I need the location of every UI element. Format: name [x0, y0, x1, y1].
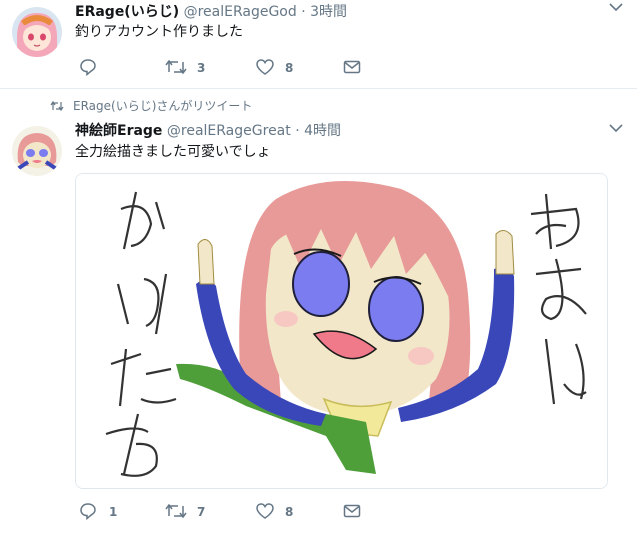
user-handle[interactable]: @realERageGreat	[167, 123, 291, 139]
drawing-illustration	[76, 174, 607, 488]
like-icon	[256, 503, 274, 519]
tweet[interactable]: ERage(いらじ)さんがリツイート 神絵師Erage @realERageGr…	[0, 89, 637, 541]
dm-button[interactable]	[343, 501, 363, 523]
reply-button[interactable]	[79, 57, 119, 79]
timestamp[interactable]: 3時間	[310, 4, 347, 20]
display-name[interactable]: 神絵師Erage	[75, 123, 162, 139]
separator-dot: ·	[301, 4, 306, 20]
tweet-text: 釣りアカウント作りました	[75, 24, 243, 40]
retweet-button[interactable]: 3	[165, 57, 215, 79]
retweet-icon	[165, 503, 187, 519]
tweet-image[interactable]	[75, 173, 608, 489]
retweet-button[interactable]: 7	[165, 501, 215, 523]
retweet-icon	[165, 59, 187, 75]
dm-button[interactable]	[343, 57, 363, 79]
like-icon	[256, 59, 274, 75]
user-handle[interactable]: @realERageGod	[184, 4, 297, 20]
timestamp[interactable]: 4時間	[304, 123, 341, 139]
retweet-notice[interactable]: ERage(いらじ)さんがリツイート	[50, 98, 252, 114]
like-button[interactable]: 8	[255, 57, 305, 79]
caret-down-icon[interactable]	[609, 2, 623, 12]
reply-count: 1	[109, 505, 118, 519]
caret-down-icon[interactable]	[609, 123, 623, 133]
like-count: 8	[285, 61, 294, 75]
retweet-notice-text: ERage(いらじ)さんがリツイート	[73, 99, 253, 113]
separator-dot: ·	[295, 123, 300, 139]
reply-button[interactable]: 1	[79, 501, 119, 523]
avatar[interactable]	[12, 126, 62, 176]
tweet[interactable]: ERage(いらじ) @realERageGod · 3時間 釣りアカウント作り…	[0, 0, 637, 89]
tweet-header: 神絵師Erage @realERageGreat · 4時間	[75, 122, 341, 140]
dm-icon	[343, 60, 361, 74]
reply-icon	[80, 503, 96, 520]
retweet-count: 7	[197, 505, 206, 519]
like-count: 8	[285, 505, 294, 519]
tweet-actions: 3 8	[75, 57, 375, 79]
retweet-icon	[50, 100, 64, 112]
display-name[interactable]: ERage(いらじ)	[75, 4, 179, 20]
tweet-header: ERage(いらじ) @realERageGod · 3時間	[75, 3, 347, 21]
avatar[interactable]	[12, 7, 62, 57]
retweet-count: 3	[197, 61, 206, 75]
dm-icon	[343, 504, 361, 518]
tweet-actions: 1 7 8	[75, 501, 375, 523]
like-button[interactable]: 8	[255, 501, 305, 523]
reply-icon	[80, 59, 96, 76]
tweet-text: 全力絵描きました可愛いでしょ	[75, 144, 271, 160]
